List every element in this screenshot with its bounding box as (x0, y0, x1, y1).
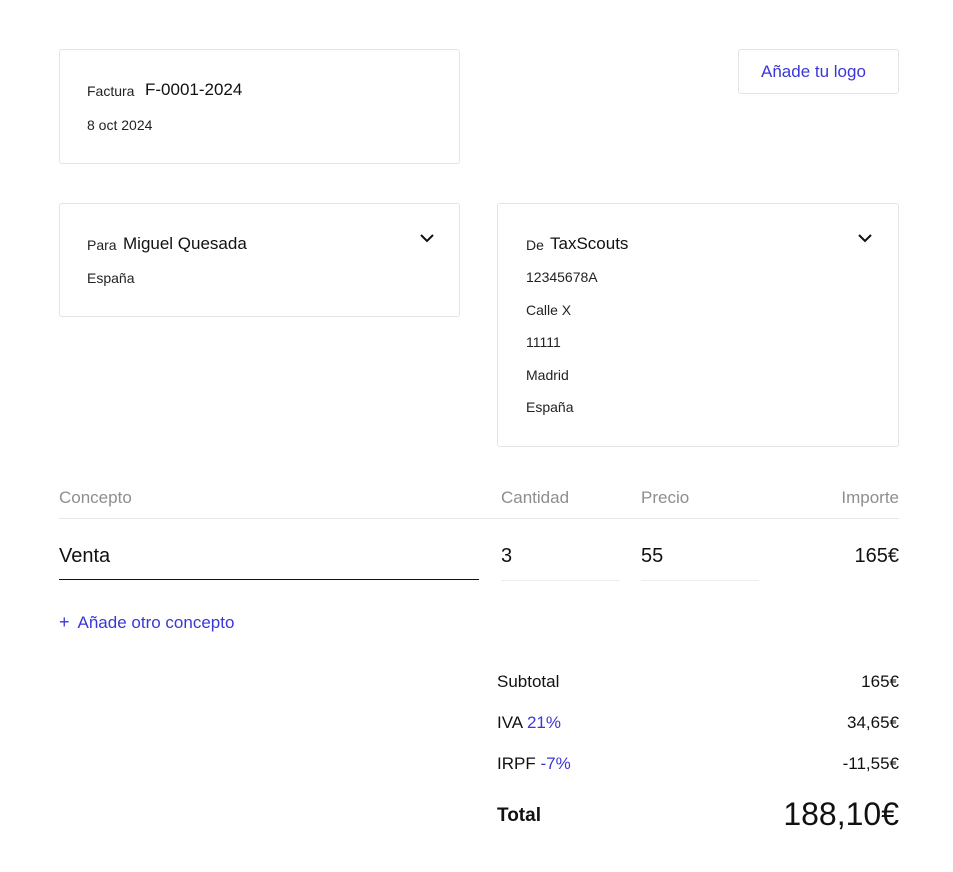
column-header-quantity: Cantidad (501, 488, 570, 507)
iva-rate-selector[interactable]: 21% (527, 713, 561, 732)
column-header-amount: Importe (841, 488, 899, 507)
issuer-card[interactable]: De TaxScouts 12345678A Calle X 11111 Mad… (497, 203, 899, 447)
issuer-prefix: De (526, 237, 544, 253)
irpf-rate-selector[interactable]: -7% (540, 754, 570, 773)
invoice-label: Factura (87, 83, 135, 99)
amount-value: 165€ (854, 545, 900, 567)
chevron-down-icon[interactable] (857, 230, 873, 246)
iva-label: IVA (497, 713, 523, 732)
price-input[interactable]: 55 (641, 545, 663, 568)
price-input-underline (641, 580, 759, 581)
quantity-input-underline (501, 580, 620, 581)
client-country: España (87, 270, 135, 286)
quantity-input[interactable]: 3 (501, 545, 512, 568)
table-header-divider (59, 518, 899, 519)
plus-icon: + (59, 612, 70, 632)
column-header-concept: Concepto (59, 488, 132, 507)
irpf-label: IRPF (497, 754, 536, 773)
column-header-price: Precio (641, 488, 690, 507)
client-card[interactable]: Para Miguel Quesada España (59, 203, 460, 317)
irpf-row: IRPF -7% (497, 754, 571, 774)
issuer-city: Madrid (526, 367, 569, 383)
invoice-number: F-0001-2024 (145, 80, 243, 99)
add-logo-button[interactable]: Añade tu logo (738, 49, 899, 94)
total-label: Total (497, 805, 541, 826)
invoice-info-card[interactable]: Factura F-0001-2024 8 oct 2024 (59, 49, 460, 164)
add-concept-button[interactable]: + Añade otro concepto (59, 612, 234, 633)
total-value: 188,10€ (783, 796, 899, 832)
concept-input-underline (59, 579, 479, 580)
client-name: Miguel Quesada (123, 234, 247, 253)
concept-input[interactable]: Venta (59, 545, 110, 568)
add-concept-label: Añade otro concepto (77, 613, 235, 632)
issuer-country: España (526, 399, 574, 415)
subtotal-label: Subtotal (497, 672, 560, 691)
chevron-down-icon[interactable] (419, 230, 435, 246)
subtotal-value: 165€ (861, 672, 899, 691)
invoice-date: 8 oct 2024 (87, 117, 153, 133)
iva-row: IVA 21% (497, 713, 561, 733)
issuer-tax-id: 12345678A (526, 269, 598, 285)
iva-value: 34,65€ (847, 713, 899, 732)
irpf-value: -11,55€ (842, 754, 899, 773)
issuer-street: Calle X (526, 302, 572, 318)
client-prefix: Para (87, 237, 117, 253)
issuer-name: TaxScouts (550, 234, 629, 253)
add-logo-label: Añade tu logo (761, 62, 866, 81)
issuer-postal-code: 11111 (526, 334, 561, 350)
